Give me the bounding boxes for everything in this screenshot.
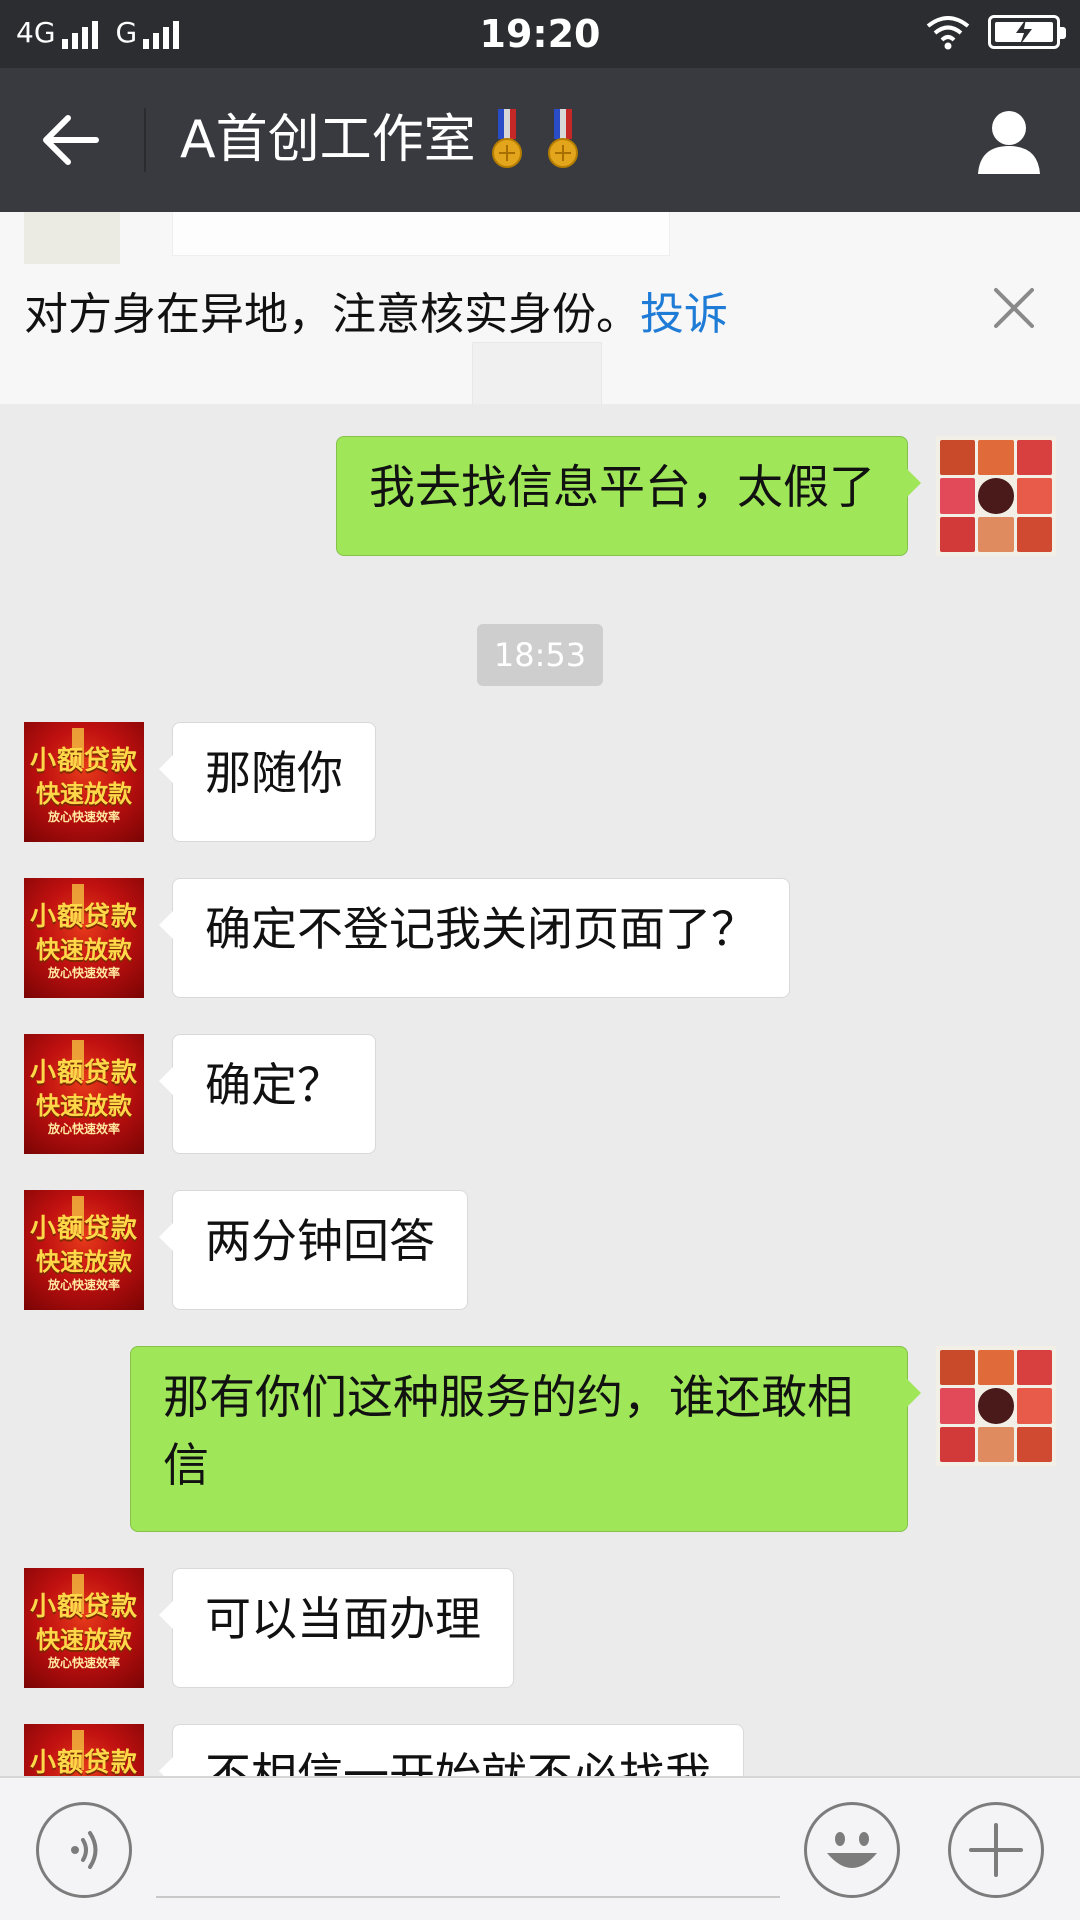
smiley-icon bbox=[827, 1832, 877, 1868]
avatar-text: 小额贷款 bbox=[29, 1592, 138, 1622]
contact-avatar[interactable]: 小额贷款 快速放款 放心快速效率 bbox=[24, 722, 144, 842]
status-bar: 4G G 19:20 bbox=[0, 0, 1080, 68]
avatar-text: 小额贷款 bbox=[29, 1214, 138, 1244]
close-icon[interactable] bbox=[992, 286, 1036, 330]
report-link[interactable]: 投诉 bbox=[640, 289, 728, 340]
more-options-button[interactable] bbox=[948, 1802, 1044, 1898]
chat-title-text: A首创工作室 bbox=[180, 110, 476, 170]
contact-avatar[interactable]: 小额贷款 快速放款 放心快速效率 bbox=[24, 878, 144, 998]
avatar-text: 快速放款 bbox=[36, 1248, 132, 1276]
incoming-message-bubble[interactable]: 不相信一开始就不必找我 bbox=[159, 1724, 744, 1776]
back-arrow-icon[interactable] bbox=[38, 110, 102, 170]
battery-charging-icon bbox=[988, 15, 1066, 49]
status-icons bbox=[926, 14, 1066, 50]
person-icon[interactable] bbox=[974, 106, 1044, 176]
avatar-text: 快速放款 bbox=[36, 1092, 132, 1120]
avatar-text: 放心快速效率 bbox=[47, 810, 120, 824]
chat-header: A首创工作室 bbox=[0, 68, 1080, 212]
avatar-text: 小额贷款 bbox=[29, 746, 138, 776]
faded-bubble bbox=[172, 212, 670, 256]
avatar-text: 快速放款 bbox=[36, 1626, 132, 1654]
wifi-icon bbox=[926, 16, 970, 50]
incoming-message-bubble[interactable]: 确定不登记我关闭页面了？ bbox=[159, 878, 790, 998]
warning-message: 对方身在异地，注意核实身份。 bbox=[24, 289, 640, 340]
incoming-message-bubble[interactable]: 那随你 bbox=[159, 722, 376, 842]
contact-avatar[interactable]: 小额贷款 快速放款 放心快速效率 bbox=[24, 1568, 144, 1688]
chat-title: A首创工作室 bbox=[180, 102, 580, 178]
contact-avatar[interactable]: 小额贷款 快速放款 放心快速效率 bbox=[24, 1190, 144, 1310]
clock: 19:20 bbox=[479, 12, 601, 56]
faded-avatar bbox=[24, 212, 120, 264]
medal-icon bbox=[491, 109, 522, 168]
outgoing-message-bubble[interactable]: 那有你们这种服务的约，谁还敢相信 bbox=[130, 1346, 921, 1532]
avatar-text: 放心快速效率 bbox=[47, 1656, 120, 1670]
medal-icon bbox=[547, 109, 578, 168]
security-warning-banner: 对方身在异地，注意核实身份。投诉 bbox=[0, 212, 1080, 404]
contact-avatar[interactable]: 小额贷款 快速放款 放心快速效率 bbox=[24, 1724, 144, 1776]
avatar-text: 放心快速效率 bbox=[47, 966, 120, 980]
message-list[interactable]: 我去找信息平台，太假了 18:53 小额贷款 快速放款 放心快速效率 那随你 小… bbox=[0, 404, 1080, 1776]
avatar-text: 小额贷款 bbox=[29, 1058, 138, 1088]
outgoing-message-bubble[interactable]: 我去找信息平台，太假了 bbox=[336, 436, 921, 556]
avatar-text: 快速放款 bbox=[36, 780, 132, 808]
contact-avatar[interactable]: 小额贷款 快速放款 放心快速效率 bbox=[24, 1034, 144, 1154]
avatar-text: 小额贷款 bbox=[29, 902, 138, 932]
avatar-text: 放心快速效率 bbox=[47, 1278, 120, 1292]
voice-input-button[interactable] bbox=[36, 1802, 132, 1898]
message-input-bar bbox=[0, 1776, 1080, 1920]
avatar-text: 放心快速效率 bbox=[47, 1122, 120, 1136]
emoji-button[interactable] bbox=[804, 1802, 900, 1898]
incoming-message-bubble[interactable]: 确定？ bbox=[159, 1034, 376, 1154]
warning-text: 对方身在异地，注意核实身份。投诉 bbox=[24, 278, 728, 342]
incoming-message-bubble[interactable]: 两分钟回答 bbox=[159, 1190, 468, 1310]
text-input-field[interactable] bbox=[156, 1896, 780, 1898]
voice-icon bbox=[71, 1831, 98, 1869]
incoming-message-bubble[interactable]: 可以当面办理 bbox=[159, 1568, 514, 1688]
header-divider bbox=[144, 108, 146, 172]
avatar-text: 小额贷款 bbox=[29, 1748, 138, 1776]
plus-icon bbox=[969, 1823, 1023, 1877]
avatar-text: 快速放款 bbox=[36, 936, 132, 964]
timestamp-divider: 18:53 bbox=[477, 624, 603, 686]
faded-timestamp bbox=[472, 342, 602, 404]
my-avatar[interactable] bbox=[936, 1346, 1056, 1466]
my-avatar[interactable] bbox=[936, 436, 1056, 556]
